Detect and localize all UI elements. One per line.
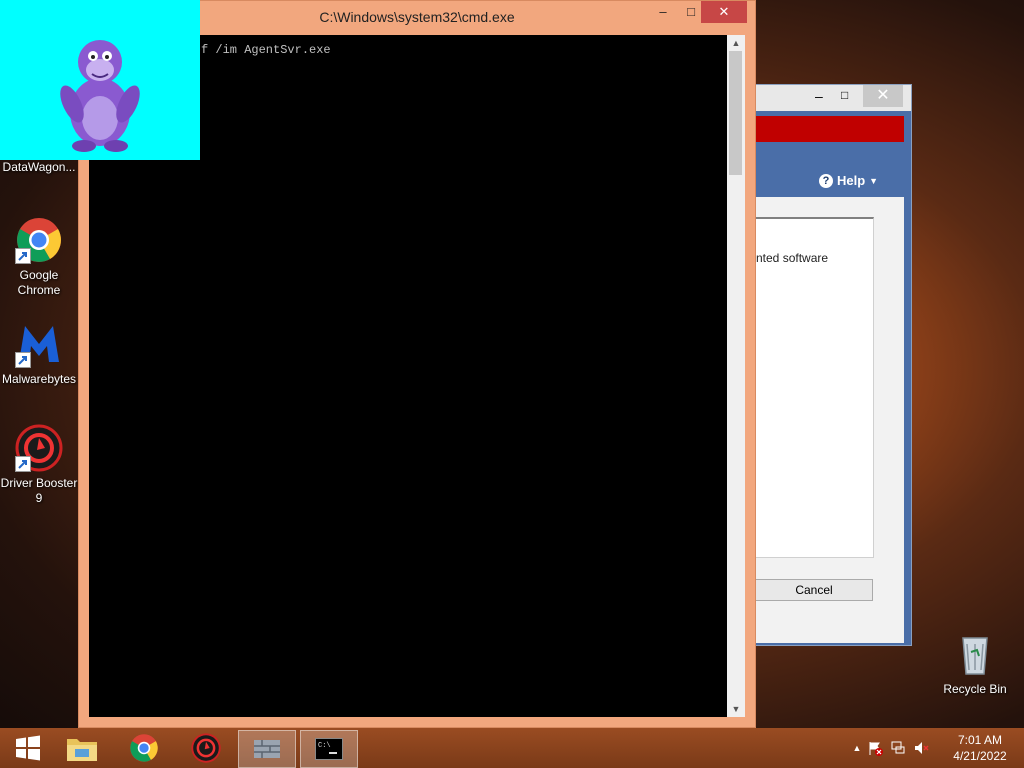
vertical-scrollbar[interactable]: ▲ ▼: [727, 35, 745, 717]
driver-booster-icon: [191, 733, 221, 763]
desktop-icon-label: Malwarebytes: [1, 372, 77, 386]
cancel-button[interactable]: Cancel: [755, 579, 873, 601]
maximize-icon[interactable]: □: [841, 88, 848, 102]
installer-icon: [254, 740, 280, 758]
help-label: Help: [837, 173, 866, 188]
desktop-icon-recycle-bin[interactable]: Recycle Bin: [936, 630, 1014, 697]
chevron-down-icon: ▼: [869, 175, 879, 186]
installer-titlebar[interactable]: – □ ✕: [755, 85, 911, 111]
network-icon[interactable]: [886, 740, 910, 756]
volume-muted-icon[interactable]: [910, 740, 932, 756]
scroll-thumb[interactable]: [729, 51, 742, 175]
taskbar-cmd[interactable]: C:\: [300, 730, 358, 768]
system-tray: ▲: [850, 728, 932, 768]
scroll-down-icon[interactable]: ▼: [727, 701, 745, 717]
chrome-icon: [130, 734, 158, 762]
clock-date: 4/21/2022: [953, 749, 1007, 763]
taskbar-clock[interactable]: 7:01 AM 4/21/2022: [948, 732, 1012, 764]
desktop-icon-driver-booster[interactable]: Driver Booster 9: [0, 424, 78, 506]
windows-start-icon: [16, 735, 40, 761]
help-icon: ?: [819, 173, 833, 188]
file-explorer-icon: [67, 739, 97, 761]
desktop-icon-label: Recycle Bin: [943, 682, 1007, 696]
taskbar-installer[interactable]: [238, 730, 296, 768]
shortcut-arrow-icon: [15, 352, 31, 368]
taskbar-chrome[interactable]: [116, 730, 172, 766]
start-button[interactable]: [0, 730, 56, 766]
driver-booster-icon: [15, 424, 63, 472]
desktop-icon-chrome[interactable]: Google Chrome: [0, 216, 78, 298]
minimize-icon[interactable]: –: [815, 88, 823, 104]
installer-window[interactable]: – □ ✕ ? Help ▼ nted software Cancel: [754, 84, 912, 646]
recycle-bin-icon: [951, 630, 999, 678]
bonzi-buddy-overlay[interactable]: [0, 0, 200, 160]
shortcut-arrow-icon: [15, 456, 31, 472]
taskbar-driver-booster[interactable]: [178, 730, 234, 766]
minimize-icon[interactable]: –: [649, 1, 677, 23]
desktop-icon-label: Google Chrome: [17, 268, 61, 297]
desktop-icon-label: Driver Booster 9: [0, 476, 78, 505]
close-icon[interactable]: ✕: [701, 1, 747, 23]
close-icon[interactable]: ✕: [863, 85, 903, 107]
chrome-icon: [15, 216, 63, 264]
taskbar-file-explorer[interactable]: [54, 730, 110, 766]
taskbar: C:\ ▲ 7:01 AM 4/21/2022: [0, 728, 1024, 768]
show-hidden-icons-icon[interactable]: ▲: [850, 743, 864, 753]
installer-content-panel: nted software Cancel: [755, 197, 904, 643]
desktop-icon-label: DataWagon...: [2, 160, 76, 174]
help-menu[interactable]: ? Help ▼: [819, 173, 878, 188]
scroll-up-icon[interactable]: ▲: [727, 35, 745, 51]
installer-body-text: nted software: [756, 251, 829, 265]
malwarebytes-icon: [15, 320, 63, 368]
desktop-icon-datawagon[interactable]: DataWagon...: [0, 160, 78, 175]
shortcut-arrow-icon: [15, 248, 31, 264]
cmd-icon: C:\: [315, 738, 343, 760]
action-center-flag-icon[interactable]: [864, 740, 886, 756]
desktop-icon-malwarebytes[interactable]: Malwarebytes: [0, 320, 78, 387]
svg-text:C:\: C:\: [318, 742, 331, 750]
clock-time: 7:01 AM: [957, 733, 1003, 747]
installer-red-banner: [755, 116, 904, 142]
installer-text-box: nted software: [755, 217, 874, 558]
purple-gorilla-icon: [60, 40, 140, 152]
